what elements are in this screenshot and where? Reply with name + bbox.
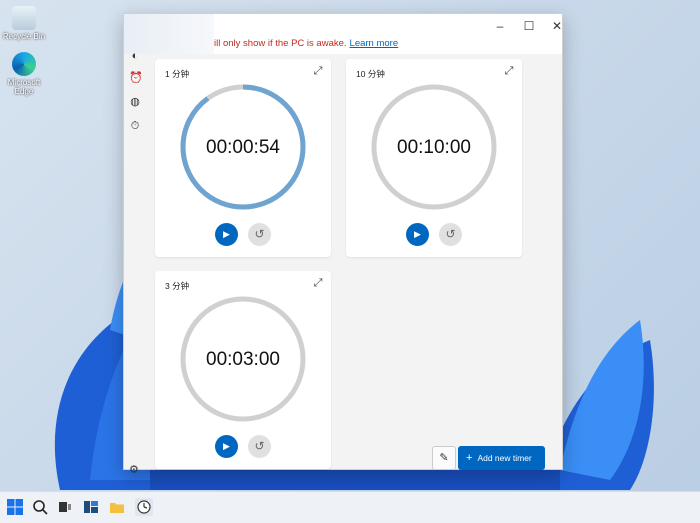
timer-card[interactable]: 1 分钟 ⤢ 00:00:54 ▶ ↺ [155,59,331,257]
play-button[interactable]: ▶ [406,223,429,246]
timer-time: 00:10:00 [397,137,471,158]
expand-icon[interactable]: ⤢ [502,64,516,78]
close-button[interactable]: ✕ [547,18,567,34]
play-button[interactable]: ▶ [215,223,238,246]
desktop-icon-label: Recycle Bin [2,32,46,41]
search-icon[interactable] [31,498,49,516]
timer-label: 1 分钟 [165,69,190,79]
add-timer-label: Add new timer [477,453,532,463]
windows-start-icon[interactable] [6,498,24,516]
sleep-notice: ill only show if the PC is awake. Learn m… [214,38,398,49]
reset-button[interactable]: ↺ [439,223,462,246]
edit-timers-button[interactable]: ✎ [432,446,456,470]
file-explorer-icon[interactable] [108,498,126,516]
task-view-icon[interactable] [56,498,74,516]
edge-icon [12,52,36,76]
expand-icon[interactable]: ⤢ [311,64,325,78]
clock-app-icon[interactable] [135,498,153,516]
add-new-timer-button[interactable]: + Add new timer [458,446,545,470]
nav-sidebar: ◐ ⏰ ◍ ⏱ [124,50,144,469]
play-button[interactable]: ▶ [215,435,238,458]
timer-card[interactable]: 3 分钟 ⤢ 00:03:00 ▶ ↺ [155,271,331,469]
focus-icon[interactable]: ◐ [129,50,141,62]
plus-icon: + [466,452,473,464]
timer-time: 00:03:00 [206,349,280,370]
notice-text: ill only show if the PC is awake. [214,38,347,49]
learn-more-link[interactable]: Learn more [350,38,399,49]
desktop-icon-label: Microsoft Edge [7,78,41,96]
reset-button[interactable]: ↺ [248,223,271,246]
timer-label: 3 分钟 [165,281,190,291]
alarm-icon[interactable]: ⏰ [129,72,143,84]
settings-icon[interactable]: ⚙ [129,464,141,476]
clock-app-window: – ☐ ✕ ill only show if the PC is awake. L… [123,13,563,476]
recycle-bin-icon [12,6,36,30]
desktop-icon-recycle-bin[interactable]: Recycle Bin [0,6,48,41]
maximize-button[interactable]: ☐ [519,18,539,34]
world-clock-icon[interactable]: ◍ [129,96,141,108]
timer-icon[interactable]: ⏱ [129,120,141,132]
timer-card[interactable]: 10 分钟 ⤢ 00:10:00 ▶ ↺ [346,59,522,257]
timer-label: 10 分钟 [356,69,385,79]
desktop-icon-edge[interactable]: Microsoft Edge [0,52,48,96]
timer-time: 00:00:54 [206,137,280,158]
taskbar [0,491,700,523]
expand-icon[interactable]: ⤢ [311,276,325,290]
reset-button[interactable]: ↺ [248,435,271,458]
widgets-icon[interactable] [82,498,100,516]
minimize-button[interactable]: – [490,18,510,34]
sidebar-frost [124,14,214,54]
